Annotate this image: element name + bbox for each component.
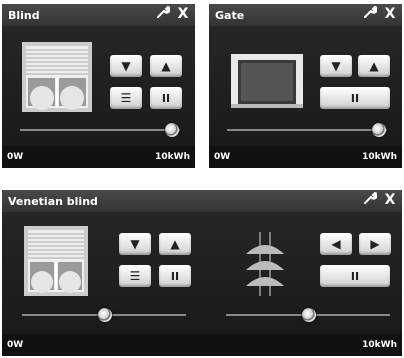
venetian-down-button[interactable]: ▼ [119, 233, 151, 255]
blind-footer: 0W 10kWh [2, 146, 195, 168]
blind-pause-button[interactable]: II [150, 87, 182, 109]
blind-title: Blind [8, 8, 40, 22]
blind-power: 0W [7, 152, 24, 162]
slat-right-button[interactable]: ▶ [359, 233, 391, 255]
blind-header: Blind X [2, 4, 195, 26]
window-blind-icon [22, 42, 92, 112]
venetian-title: Venetian blind [8, 194, 98, 208]
gate-footer: 0W 10kWh [209, 146, 402, 168]
gate-up-button[interactable]: ▲ [358, 55, 390, 77]
gate-title: Gate [215, 8, 245, 22]
slat-slider-knob[interactable] [302, 308, 316, 322]
blind-slider-knob[interactable] [165, 123, 179, 137]
gate-pause-button[interactable]: II [320, 87, 390, 109]
wrench-icon[interactable] [362, 5, 378, 23]
slat-angle-icon [246, 232, 284, 296]
venetian-header: Venetian blind X [2, 190, 402, 212]
blind-up-button[interactable]: ▲ [150, 55, 182, 77]
venetian-up-button[interactable]: ▲ [159, 233, 191, 255]
venetian-widget: Venetian blind X ▼ ▲ ☰ II ◀ ▶ II 0W 10kW… [2, 190, 402, 356]
garage-gate-icon [231, 54, 303, 108]
wrench-icon[interactable] [362, 191, 378, 209]
blind-menu-button[interactable]: ☰ [110, 87, 142, 109]
blind-energy: 10kWh [155, 152, 190, 162]
gate-down-button[interactable]: ▼ [320, 55, 352, 77]
gate-power: 0W [214, 152, 231, 162]
slat-left-button[interactable]: ◀ [320, 233, 352, 255]
venetian-energy: 10kWh [362, 340, 397, 350]
blind-body: ▼ ▲ ☰ II [2, 26, 195, 146]
venetian-body: ▼ ▲ ☰ II ◀ ▶ II [2, 212, 402, 334]
venetian-slider-knob[interactable] [98, 308, 112, 322]
close-icon[interactable]: X [382, 191, 398, 209]
blind-down-button[interactable]: ▼ [110, 55, 142, 77]
gate-energy: 10kWh [362, 152, 397, 162]
venetian-menu-button[interactable]: ☰ [119, 265, 151, 287]
gate-body: ▼ ▲ II [209, 26, 402, 146]
wrench-icon[interactable] [155, 5, 171, 23]
venetian-power: 0W [7, 340, 24, 350]
slat-pause-button[interactable]: II [320, 265, 390, 287]
close-icon[interactable]: X [175, 5, 191, 23]
gate-slider-knob[interactable] [372, 123, 386, 137]
gate-header: Gate X [209, 4, 402, 26]
gate-slider-track[interactable] [227, 129, 387, 131]
gate-widget: Gate X ▼ ▲ II 0W 10kWh [209, 4, 402, 168]
blind-slider-track[interactable] [20, 129, 180, 131]
close-icon[interactable]: X [382, 5, 398, 23]
window-blind-icon [24, 226, 88, 296]
venetian-footer: 0W 10kWh [2, 334, 402, 356]
venetian-pause-button[interactable]: II [159, 265, 191, 287]
blind-widget: Blind X ▼ ▲ ☰ II 0W 10kWh [2, 4, 195, 168]
